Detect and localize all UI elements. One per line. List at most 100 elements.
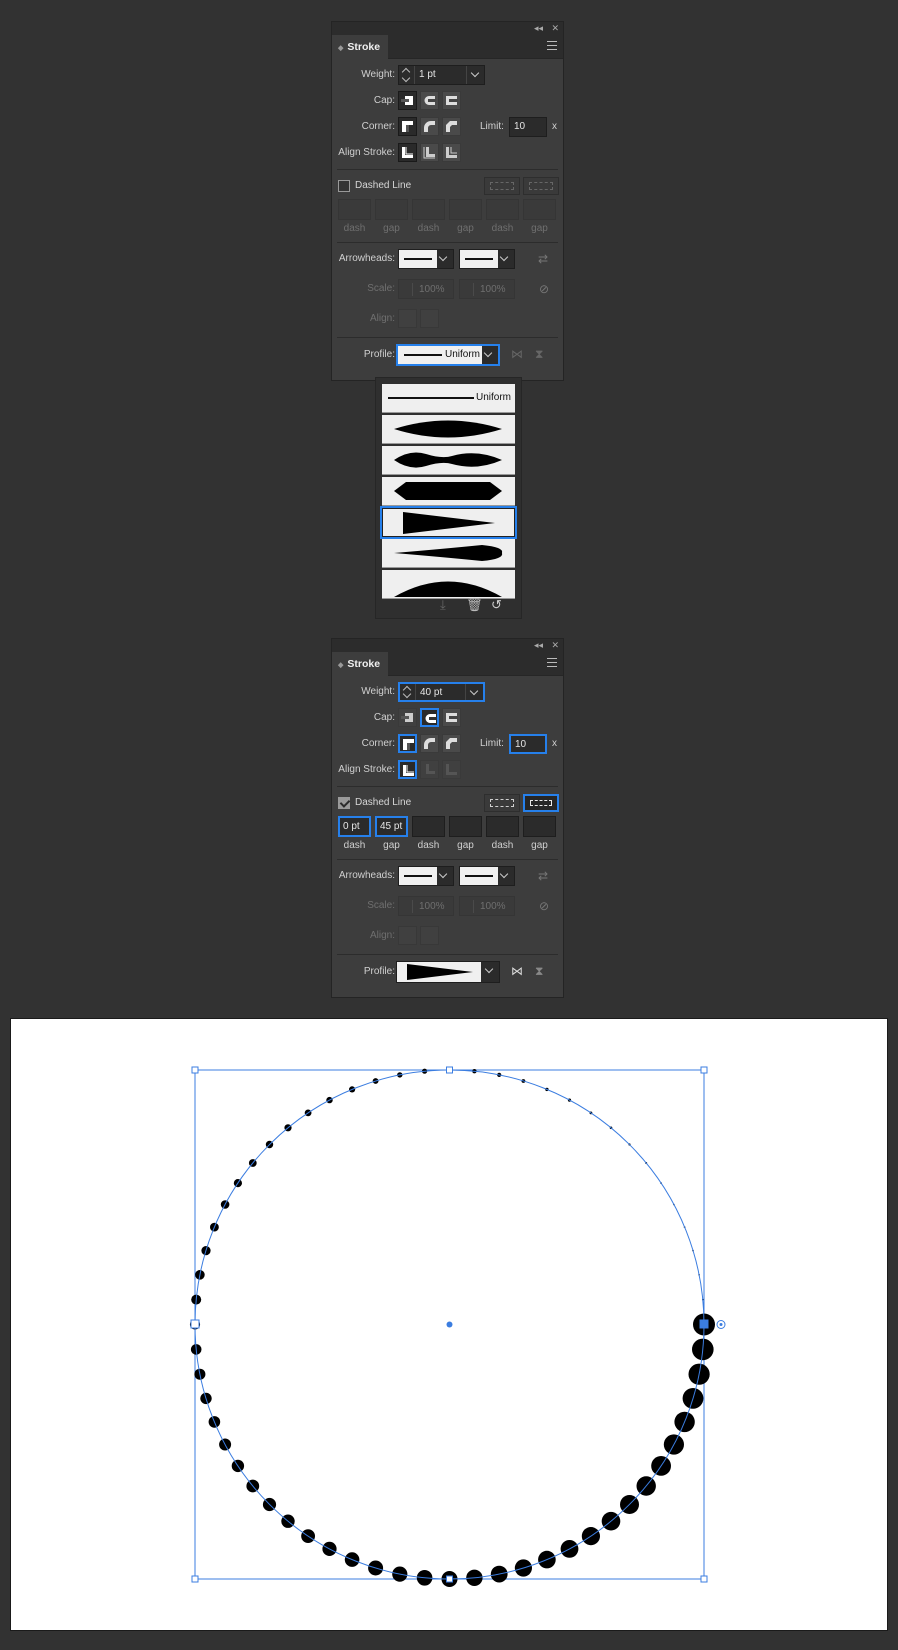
bounding-box-handle[interactable] bbox=[446, 1575, 453, 1583]
end-scale-input[interactable]: 100% bbox=[459, 279, 515, 299]
profile-option-1[interactable] bbox=[382, 415, 515, 444]
profile-dropdown[interactable] bbox=[480, 346, 498, 364]
align-inside-button[interactable] bbox=[420, 143, 439, 162]
dash-align-corners-button[interactable] bbox=[523, 177, 559, 195]
weight-input[interactable]: 1 pt bbox=[398, 65, 485, 85]
add-to-profiles-icon[interactable]: ⤓ bbox=[440, 597, 446, 613]
butt-cap-button[interactable] bbox=[398, 91, 417, 110]
dash-exact-button[interactable] bbox=[484, 794, 520, 812]
dashed-line-checkbox[interactable] bbox=[338, 180, 350, 192]
dash-2-input[interactable] bbox=[412, 199, 445, 220]
panel-menu-icon[interactable] bbox=[547, 658, 557, 667]
collapse-icon[interactable]: ◂◂ bbox=[534, 22, 543, 35]
tab-stroke[interactable]: ◆ Stroke bbox=[332, 35, 388, 59]
gap-2-input[interactable] bbox=[449, 816, 482, 837]
bounding-box-handle[interactable] bbox=[700, 1575, 708, 1583]
gap-1-input[interactable]: 45 pt bbox=[375, 816, 408, 837]
align-outside-button[interactable] bbox=[442, 143, 461, 162]
miter-join-button[interactable] bbox=[398, 117, 417, 136]
align-inside-button[interactable] bbox=[420, 760, 439, 779]
limit-input[interactable]: 10 bbox=[509, 734, 547, 754]
anchor-point-left[interactable] bbox=[190, 1319, 200, 1329]
profile-option-4[interactable] bbox=[380, 506, 517, 539]
bounding-box-handle[interactable] bbox=[191, 1066, 199, 1074]
gap-3-input[interactable] bbox=[523, 199, 556, 220]
arrow-place-button[interactable] bbox=[420, 309, 439, 328]
profile-dropdown[interactable] bbox=[481, 962, 499, 982]
align-outside-button[interactable] bbox=[442, 760, 461, 779]
end-arrowhead-select[interactable] bbox=[459, 249, 515, 269]
bevel-join-button[interactable] bbox=[442, 117, 461, 136]
dash-1-input[interactable] bbox=[338, 199, 371, 220]
weight-dropdown[interactable] bbox=[466, 66, 484, 84]
projecting-cap-button[interactable] bbox=[442, 708, 461, 727]
close-icon[interactable]: ✕ bbox=[551, 22, 559, 35]
dash-3-input[interactable] bbox=[486, 816, 519, 837]
dash-3-input[interactable] bbox=[486, 199, 519, 220]
dashed-line-checkbox[interactable] bbox=[338, 797, 350, 809]
end-arrowhead-select[interactable] bbox=[459, 866, 515, 886]
artboard[interactable] bbox=[10, 1018, 888, 1631]
flip-along-icon[interactable]: ⋈ bbox=[511, 347, 523, 361]
profile-select[interactable] bbox=[396, 961, 500, 983]
dash-exact-button[interactable] bbox=[484, 177, 520, 195]
profile-option-2[interactable] bbox=[382, 446, 515, 475]
gap-3-input[interactable] bbox=[523, 816, 556, 837]
flip-across-icon[interactable]: ⧗ bbox=[535, 347, 543, 362]
start-arrowhead-select[interactable] bbox=[398, 249, 454, 269]
dash-align-corners-button[interactable] bbox=[523, 794, 559, 812]
butt-cap-button[interactable] bbox=[398, 708, 417, 727]
panel-menu-icon[interactable] bbox=[547, 41, 557, 50]
flip-across-icon[interactable]: ⧗ bbox=[535, 964, 543, 979]
dash-1-input[interactable]: 0 pt bbox=[338, 816, 371, 837]
start-arrowhead-select[interactable] bbox=[398, 866, 454, 886]
profile-select[interactable]: Uniform bbox=[396, 344, 500, 366]
swap-arrowheads-icon[interactable]: ⇄ bbox=[538, 252, 548, 266]
link-scale-icon[interactable]: ⊘ bbox=[539, 899, 549, 913]
weight-stepper-icon[interactable] bbox=[399, 66, 415, 84]
gap-1-input[interactable] bbox=[375, 199, 408, 220]
close-icon[interactable]: ✕ bbox=[551, 639, 559, 652]
panel-titlebar: ◂◂ ✕ bbox=[332, 639, 563, 652]
arrow-extend-button[interactable] bbox=[398, 926, 417, 945]
profile-option-3[interactable] bbox=[382, 477, 515, 506]
start-arrowhead-dropdown[interactable] bbox=[435, 867, 453, 885]
tab-stroke[interactable]: ◆ Stroke bbox=[332, 652, 388, 676]
collapse-icon[interactable]: ◂◂ bbox=[534, 639, 543, 652]
miter-join-button[interactable] bbox=[398, 734, 417, 753]
projecting-cap-button[interactable] bbox=[442, 91, 461, 110]
start-scale-input[interactable]: 100% bbox=[398, 279, 454, 299]
flip-along-icon[interactable]: ⋈ bbox=[511, 964, 523, 978]
weight-stepper-icon[interactable] bbox=[400, 684, 416, 700]
bounding-box-handle[interactable] bbox=[446, 1066, 453, 1074]
link-scale-icon[interactable]: ⊘ bbox=[539, 282, 549, 296]
gap-2-input[interactable] bbox=[449, 199, 482, 220]
end-scale-input[interactable]: 100% bbox=[459, 896, 515, 916]
swap-arrowheads-icon[interactable]: ⇄ bbox=[538, 869, 548, 883]
artwork-svg[interactable] bbox=[11, 1019, 889, 1632]
arrow-place-button[interactable] bbox=[420, 926, 439, 945]
profile-option-5[interactable] bbox=[382, 539, 515, 568]
reset-profiles-icon[interactable]: ↺ bbox=[491, 597, 502, 613]
limit-input[interactable]: 10 bbox=[509, 117, 547, 137]
round-cap-button[interactable] bbox=[420, 708, 439, 727]
round-join-button[interactable] bbox=[420, 734, 439, 753]
end-arrowhead-dropdown[interactable] bbox=[496, 867, 514, 885]
bevel-join-button[interactable] bbox=[442, 734, 461, 753]
weight-input[interactable]: 40 pt bbox=[398, 682, 485, 702]
start-arrowhead-dropdown[interactable] bbox=[435, 250, 453, 268]
anchor-point-right[interactable] bbox=[699, 1319, 709, 1329]
arrow-extend-button[interactable] bbox=[398, 309, 417, 328]
profile-option-uniform[interactable]: Uniform bbox=[382, 384, 515, 413]
align-center-button[interactable] bbox=[398, 143, 417, 162]
dash-2-input[interactable] bbox=[412, 816, 445, 837]
delete-profile-icon[interactable]: 🗑 bbox=[466, 597, 483, 613]
end-arrowhead-dropdown[interactable] bbox=[496, 250, 514, 268]
round-cap-button[interactable] bbox=[420, 91, 439, 110]
bounding-box-handle[interactable] bbox=[700, 1066, 708, 1074]
round-join-button[interactable] bbox=[420, 117, 439, 136]
align-center-button[interactable] bbox=[398, 760, 417, 779]
weight-dropdown[interactable] bbox=[465, 684, 483, 700]
bounding-box-handle[interactable] bbox=[191, 1575, 199, 1583]
start-scale-input[interactable]: 100% bbox=[398, 896, 454, 916]
